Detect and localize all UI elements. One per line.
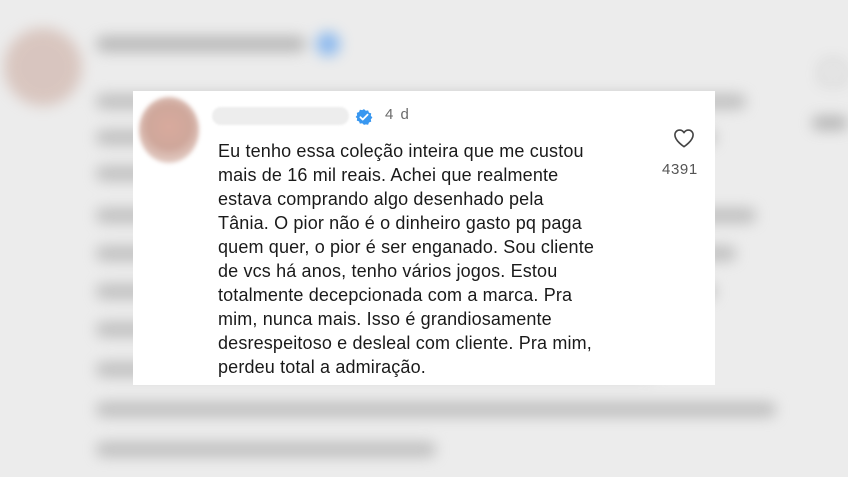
background-like-count xyxy=(812,116,848,130)
username-redacted[interactable] xyxy=(212,107,349,125)
background-verified-icon xyxy=(316,32,340,56)
background-text-line xyxy=(96,442,436,457)
like-count: 4391 xyxy=(662,161,698,178)
comment-text: Eu tenho essa coleção inteira que me cus… xyxy=(218,141,595,377)
comment-timestamp: 4 d xyxy=(385,106,411,123)
background-avatar xyxy=(4,28,82,106)
background-username xyxy=(96,36,306,52)
background-heart-icon xyxy=(820,60,846,84)
background-text-line xyxy=(96,402,776,417)
comment-card: 4 d Eu tenho essa coleção inteira que me… xyxy=(133,91,715,385)
avatar[interactable] xyxy=(139,97,199,163)
verified-badge-icon xyxy=(355,109,373,125)
heart-outline-icon[interactable] xyxy=(673,128,695,148)
